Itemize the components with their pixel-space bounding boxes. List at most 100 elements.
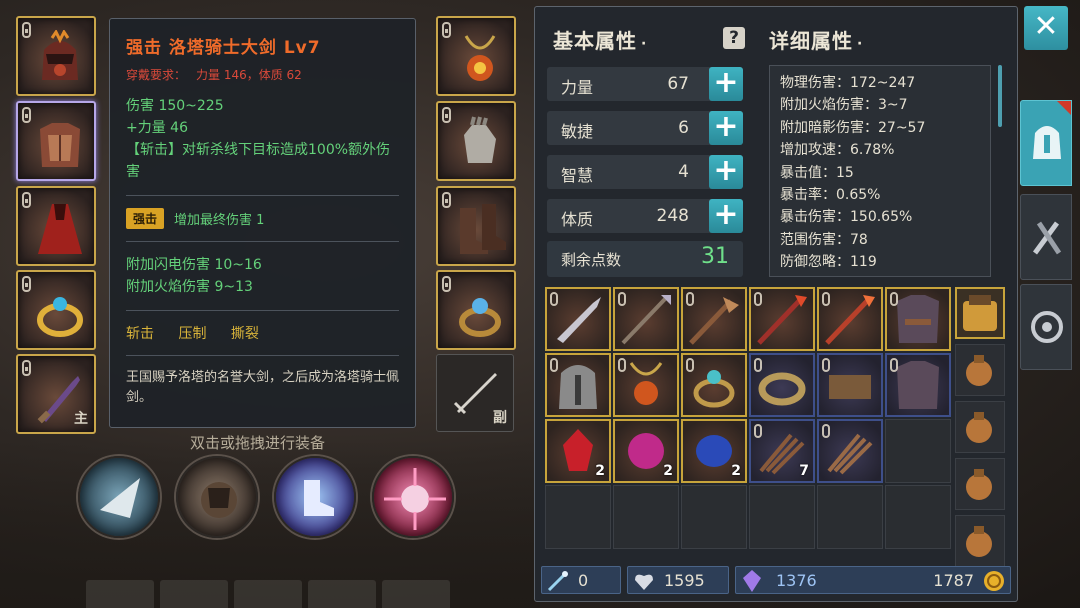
detail-stats-title: 详细属性 · [769, 25, 863, 54]
detail-stat: 防御忽略：119 [780, 254, 877, 271]
equip-slot-boots[interactable] [436, 186, 516, 266]
inventory-item-armor[interactable] [885, 287, 951, 351]
currency-hearts: 1595 [627, 566, 729, 594]
detail-stat: 暴击值：15 [780, 164, 854, 181]
item-quantity: 2 [595, 463, 605, 479]
inventory-empty-slot[interactable] [613, 485, 679, 549]
skill-slot-3[interactable] [274, 456, 356, 538]
pouch-icon [966, 526, 992, 557]
equip-slot-ring-right[interactable] [436, 270, 516, 350]
inventory-empty-slot[interactable] [545, 485, 611, 549]
inventory-item-pink-gem[interactable]: 2 [613, 419, 679, 483]
pouch-icon [966, 412, 992, 443]
tab-settings[interactable] [1020, 284, 1072, 370]
equip-slot-cloak[interactable] [16, 186, 96, 266]
item-quantity: 2 [731, 463, 741, 479]
add-wisdom-button[interactable]: + [709, 155, 743, 189]
tab-equipment[interactable] [1020, 100, 1072, 186]
bag-slot[interactable] [955, 401, 1005, 453]
inventory-empty-slot[interactable] [817, 485, 883, 549]
currency-value: 1595 [664, 571, 705, 590]
amulet-icon [464, 35, 496, 81]
equip-slot-ring-left[interactable] [16, 270, 96, 350]
inventory-empty-slot[interactable] [885, 419, 951, 483]
tag: 撕裂 [230, 326, 259, 342]
target-tab-icon [1031, 311, 1063, 343]
detail-stat: 范围伤害：78 [780, 231, 868, 248]
bottom-tab[interactable] [382, 580, 450, 608]
skill-slot-1[interactable] [78, 456, 160, 538]
chain-icon [754, 292, 762, 306]
bag-slot[interactable] [955, 344, 1005, 396]
tools-tab-icon [1032, 221, 1062, 255]
item-description: 王国赐予洛塔的名誉大剑，之后成为洛塔骑士佩剑。 [126, 370, 400, 405]
bottom-tab[interactable] [86, 580, 154, 608]
inventory-item-feathers-2[interactable] [817, 419, 883, 483]
inventory-item-bracelet[interactable] [749, 353, 815, 417]
inventory-item-greatsword[interactable] [545, 287, 611, 351]
pouch-icon [966, 469, 992, 500]
inventory-item-belt[interactable] [817, 353, 883, 417]
detail-stat: 暴击伤害：150.65% [780, 209, 913, 226]
item-title: 强击 洛塔骑士大剑 Lv7 [126, 38, 321, 58]
inventory-item-blue-gem[interactable]: 2 [681, 419, 747, 483]
close-button[interactable]: ✕ [1024, 6, 1068, 50]
stat-label: 敏捷 [561, 122, 594, 141]
tab-crafting[interactable] [1020, 194, 1072, 280]
bag-slot-active[interactable] [955, 287, 1005, 339]
equip-slot-main-weapon[interactable]: 主 [16, 354, 96, 434]
stat-value: 67 [667, 74, 689, 94]
helmet-tab-icon [1033, 126, 1061, 159]
requirement-values: 力量 146，体质 62 [196, 68, 302, 82]
bottom-tab[interactable] [160, 580, 228, 608]
inventory-item-chest[interactable] [885, 353, 951, 417]
add-constitution-button[interactable]: + [709, 199, 743, 233]
backpack-icon [963, 295, 997, 331]
equip-slot-offhand[interactable]: 副 [436, 354, 514, 432]
inventory-item-ring[interactable] [681, 353, 747, 417]
chain-icon [550, 292, 558, 306]
inventory-item-spear[interactable] [613, 287, 679, 351]
add-agility-button[interactable]: + [709, 111, 743, 145]
bag-slot[interactable] [955, 515, 1005, 567]
divider [126, 241, 399, 242]
inventory-item-red-spear[interactable] [749, 287, 815, 351]
add-strength-button[interactable]: + [709, 67, 743, 101]
chain-icon [550, 358, 558, 372]
help-icon[interactable]: ? [723, 27, 745, 49]
skill-slot-4[interactable] [372, 456, 454, 538]
bag-slot[interactable] [955, 458, 1005, 510]
chain-icon [890, 292, 898, 306]
detail-stat: 附加火焰伤害：3~7 [780, 97, 908, 114]
inventory-empty-slot[interactable] [681, 485, 747, 549]
gem-value: 1376 [776, 571, 817, 590]
main-hand-label: 主 [74, 411, 88, 427]
inventory-item-feathers[interactable]: 7 [749, 419, 815, 483]
chain-icon [442, 192, 451, 208]
inventory-item-red-gem[interactable]: 2 [545, 419, 611, 483]
inventory-item-axe[interactable] [681, 287, 747, 351]
inventory-item-helmet[interactable] [545, 353, 611, 417]
gold-coin-icon [984, 571, 1004, 591]
item-stats: 伤害 150~225 +力量 46 【斩击】对斩杀线下目标造成100%额外伤害 [126, 95, 399, 183]
bonus-line: 附加火焰伤害 9~13 [126, 279, 253, 295]
equip-slot-helmet[interactable] [16, 16, 96, 96]
equip-slot-gloves[interactable] [436, 101, 516, 181]
skill-slot-2[interactable] [176, 456, 258, 538]
bottom-tab[interactable] [234, 580, 302, 608]
inventory-item-amulet[interactable] [613, 353, 679, 417]
ring-icon [37, 297, 83, 337]
equip-slot-amulet[interactable] [436, 16, 516, 96]
inventory-empty-slot[interactable] [749, 485, 815, 549]
stat-label: 智慧 [561, 166, 594, 185]
chain-icon [22, 276, 31, 292]
inventory-item-fire-spear[interactable] [817, 287, 883, 351]
divider [126, 310, 399, 311]
equip-slot-chest[interactable] [16, 101, 96, 181]
detail-stats-list[interactable]: 物理伤害：172~247 附加火焰伤害：3~7 附加暗影伤害：27~57 增加攻… [769, 65, 991, 277]
detail-scrollbar[interactable] [998, 65, 1002, 127]
inventory-empty-slot[interactable] [885, 485, 951, 549]
bottom-tab[interactable] [308, 580, 376, 608]
stat-row-wisdom: 智慧 4 + [547, 155, 743, 189]
skill-text: 增加最终伤害 1 [174, 213, 265, 228]
